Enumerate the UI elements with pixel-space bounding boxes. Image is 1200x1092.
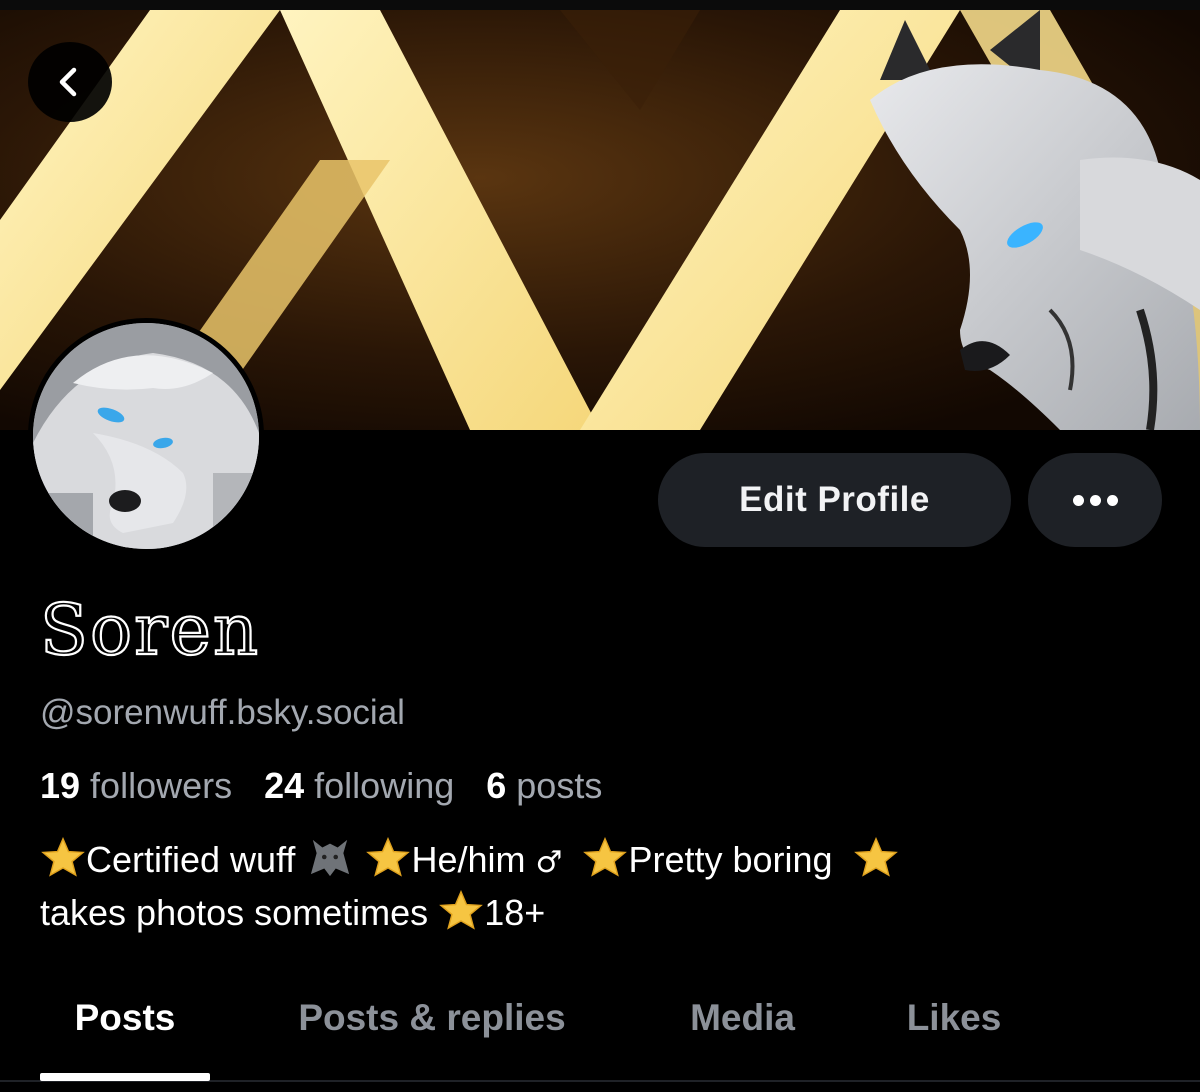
edit-profile-button[interactable]: Edit Profile: [658, 453, 1011, 547]
star-icon: [41, 837, 85, 877]
tab-posts[interactable]: Posts: [40, 985, 210, 1051]
bio-text-photos: takes photos sometimes: [40, 892, 429, 933]
status-strip: [0, 0, 1200, 10]
avatar[interactable]: [28, 318, 264, 554]
bio-text-boring: Pretty boring: [628, 839, 833, 880]
star-icon: [439, 890, 484, 930]
followers-stat[interactable]: 19 followers: [40, 762, 232, 810]
chevron-left-icon: [59, 67, 77, 97]
profile-handle[interactable]: @sorenwuff.bsky.social: [40, 690, 405, 736]
bio-text-age: 18+: [484, 892, 546, 933]
ellipsis-icon: [1072, 494, 1118, 506]
following-count: 24: [264, 765, 305, 806]
edit-profile-label: Edit Profile: [739, 480, 930, 519]
avatar-image: [33, 323, 259, 549]
star-icon: [366, 837, 411, 877]
wolf-icon: [311, 839, 350, 877]
bio-text-certified: Certified wuff: [86, 839, 296, 880]
star-icon: [583, 837, 628, 877]
posts-stat: 6 posts: [486, 762, 602, 810]
profile-bio: Certified wuff He/him ♂ Pretty boring ta…: [40, 835, 1160, 938]
active-tab-indicator: [40, 1073, 210, 1081]
followers-label: followers: [90, 765, 233, 806]
posts-count: 6: [486, 765, 507, 806]
posts-label: posts: [516, 765, 603, 806]
back-button[interactable]: [28, 42, 112, 122]
followers-count: 19: [40, 765, 81, 806]
profile-tabs: Posts Posts & replies Media Likes: [0, 985, 1200, 1092]
tab-media[interactable]: Media: [660, 985, 825, 1051]
profile-stats: 19 followers 24 following 6 posts: [40, 762, 634, 810]
bio-text-pronouns: He/him: [411, 839, 526, 880]
following-stat[interactable]: 24 following: [264, 762, 454, 810]
more-options-button[interactable]: [1028, 453, 1162, 547]
star-icon: [853, 837, 898, 877]
tab-posts-and-replies[interactable]: Posts & replies: [262, 985, 602, 1051]
display-name: Soren: [39, 588, 261, 672]
male-sign-icon: ♂: [535, 845, 563, 880]
following-label: following: [314, 765, 455, 806]
tab-likes[interactable]: Likes: [880, 985, 1028, 1051]
